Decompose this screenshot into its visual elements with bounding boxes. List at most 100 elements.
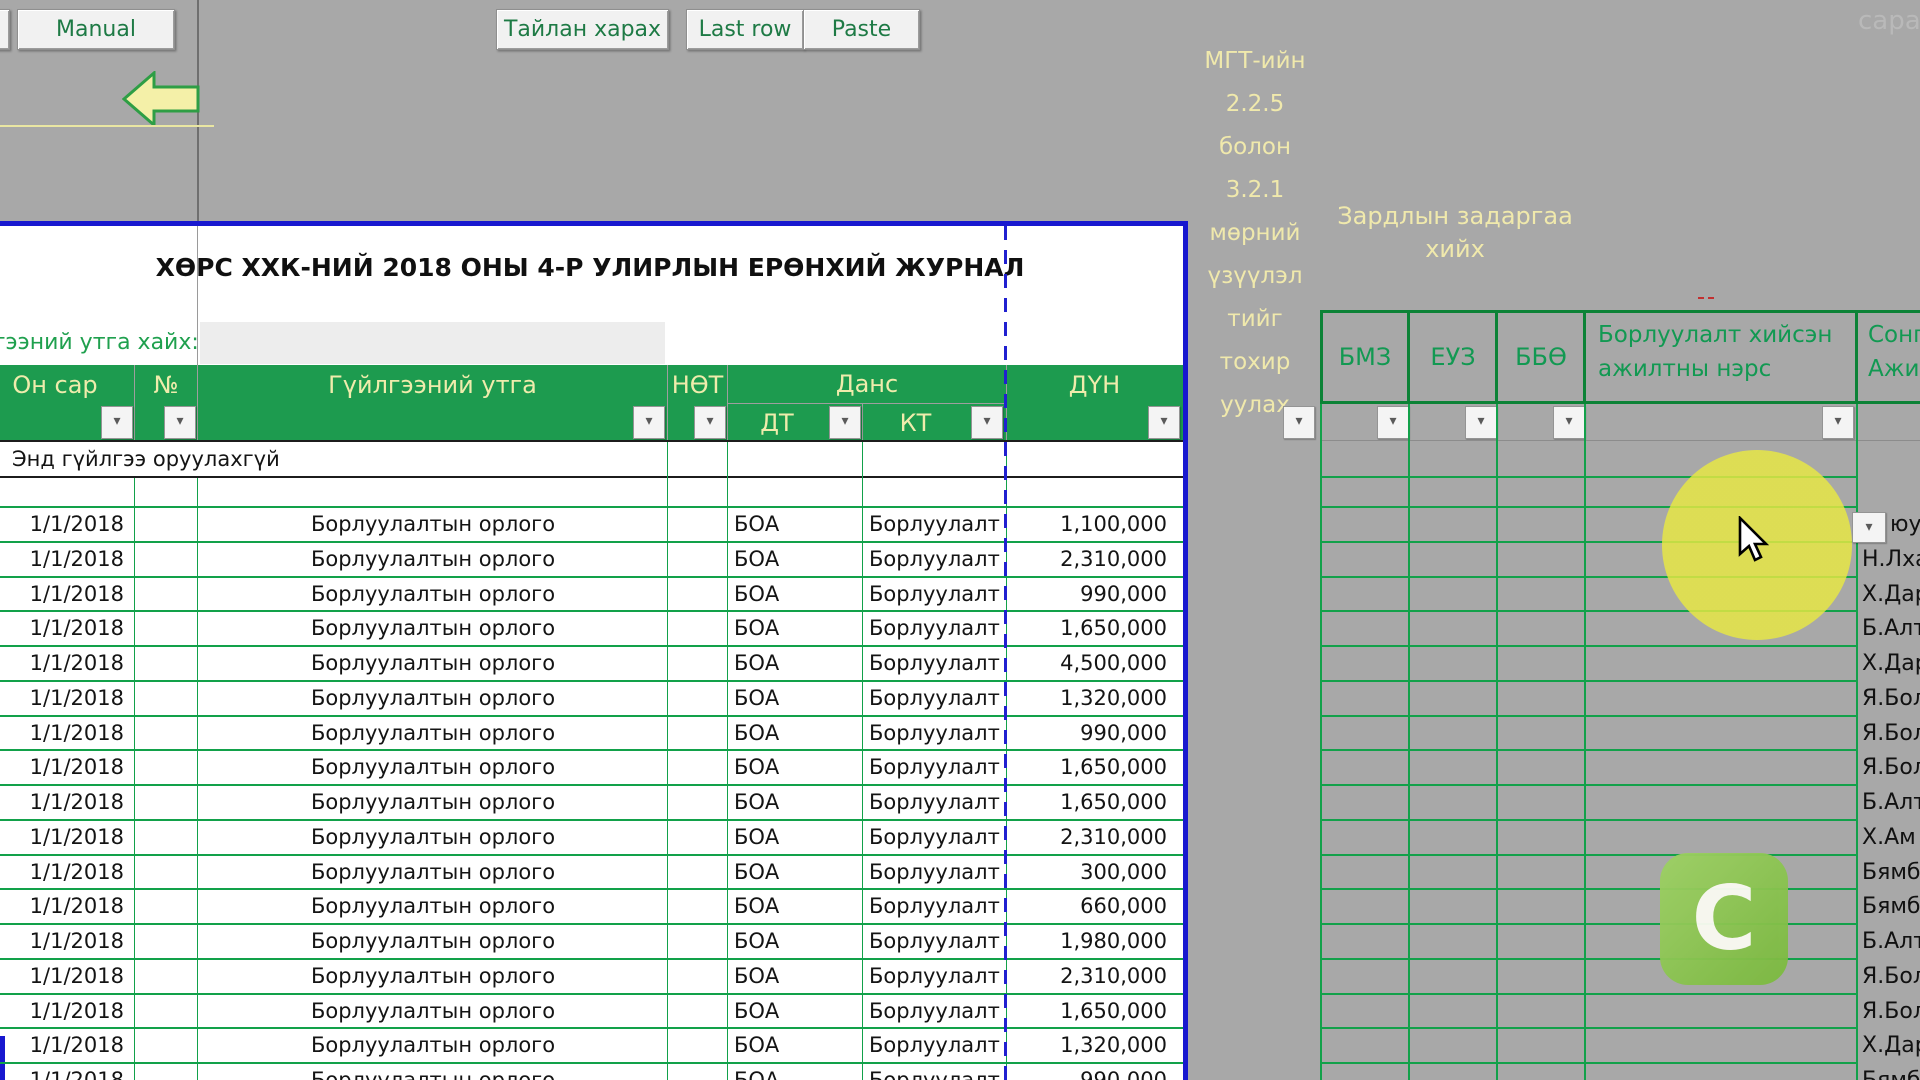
col-header-description[interactable]: Гүйлгээний утга: [197, 365, 668, 405]
col-header-account[interactable]: Данс: [727, 365, 1007, 403]
cell-credit[interactable]: Борлуулалт: [869, 542, 1004, 577]
cell-amount[interactable]: 4,500,000: [1007, 646, 1167, 681]
expense-col-header-1[interactable]: БМЗ: [1322, 312, 1408, 402]
employee-name-cell[interactable]: Бямб: [1862, 889, 1920, 924]
cell-description[interactable]: Борлуулалтын орлого: [198, 681, 668, 716]
filter-button-debit[interactable]: ▾: [829, 406, 861, 439]
expense-col-header-2[interactable]: ЕУЗ: [1410, 312, 1496, 402]
cell-amount[interactable]: 990,000: [1007, 1063, 1167, 1080]
cell-amount[interactable]: 990,000: [1007, 577, 1167, 612]
col-header-credit[interactable]: КТ: [862, 404, 969, 441]
employee-name-cell[interactable]: Х.Дар: [1862, 1028, 1920, 1063]
cell-date[interactable]: 1/1/2018: [0, 646, 124, 681]
employee-name-cell[interactable]: Б.Алт: [1862, 611, 1920, 646]
cell-debit[interactable]: БОА: [734, 646, 854, 681]
filter-button-date[interactable]: ▾: [101, 406, 133, 439]
cell-description[interactable]: Борлуулалтын орлого: [198, 611, 668, 646]
cell-amount[interactable]: 660,000: [1007, 889, 1167, 924]
cell-debit[interactable]: БОА: [734, 611, 854, 646]
cell-amount[interactable]: 1,650,000: [1007, 611, 1167, 646]
search-input[interactable]: [200, 322, 665, 364]
cell-credit[interactable]: Борлуулалт: [869, 959, 1004, 994]
cell-date[interactable]: 1/1/2018: [0, 611, 124, 646]
cell-date[interactable]: 1/1/2018: [0, 681, 124, 716]
cell-amount[interactable]: 1,650,000: [1007, 785, 1167, 820]
col-header-no[interactable]: №: [134, 365, 198, 405]
filter-button-euz[interactable]: ▾: [1465, 406, 1497, 439]
employee-name-cell[interactable]: Бямб: [1862, 855, 1920, 890]
cell-description[interactable]: Борлуулалтын орлого: [198, 994, 668, 1029]
employee-name-cell[interactable]: Я.Бол: [1862, 681, 1920, 716]
cell-date[interactable]: 1/1/2018: [0, 542, 124, 577]
cell-debit[interactable]: БОА: [734, 507, 854, 542]
cell-debit[interactable]: БОА: [734, 750, 854, 785]
cell-date[interactable]: 1/1/2018: [0, 1028, 124, 1063]
cell-debit[interactable]: БОА: [734, 716, 854, 751]
report-view-button[interactable]: Тайлан харах: [496, 9, 669, 50]
cell-debit[interactable]: БОА: [734, 994, 854, 1029]
cell-credit[interactable]: Борлуулалт: [869, 1028, 1004, 1063]
cell-debit[interactable]: БОА: [734, 855, 854, 890]
name-cell-dropdown[interactable]: ▾: [1852, 512, 1886, 543]
employee-name-cell[interactable]: Я.Бол: [1862, 716, 1920, 751]
cell-debit[interactable]: БОА: [734, 889, 854, 924]
cell-date[interactable]: 1/1/2018: [0, 785, 124, 820]
cell-credit[interactable]: Борлуулалт: [869, 924, 1004, 959]
employee-name-cell[interactable]: Б.Алт: [1862, 785, 1920, 820]
cell-amount[interactable]: 1,320,000: [1007, 1028, 1167, 1063]
cell-debit[interactable]: БОА: [734, 681, 854, 716]
employee-name-cell[interactable]: Х.Ам: [1862, 820, 1916, 855]
cell-debit[interactable]: БОА: [734, 959, 854, 994]
cell-credit[interactable]: Борлуулалт: [869, 681, 1004, 716]
employee-name-cell[interactable]: Н.Лха: [1862, 542, 1920, 577]
cell-description[interactable]: Борлуулалтын орлого: [198, 716, 668, 751]
cell-date[interactable]: 1/1/2018: [0, 959, 124, 994]
cell-description[interactable]: Борлуулалтын орлого: [198, 750, 668, 785]
cell-description[interactable]: Борлуулалтын орлого: [198, 889, 668, 924]
cell-credit[interactable]: Борлуулалт: [869, 507, 1004, 542]
cell-credit[interactable]: Борлуулалт: [869, 611, 1004, 646]
employee-name-cell[interactable]: Х.Дар: [1862, 646, 1920, 681]
cut-button-sliver[interactable]: [0, 9, 10, 50]
employee-name-cell[interactable]: Я.Бол: [1862, 750, 1920, 785]
col-header-vat[interactable]: НӨТ: [667, 365, 728, 405]
cell-amount[interactable]: 2,310,000: [1007, 959, 1167, 994]
manual-button[interactable]: Manual: [17, 9, 175, 50]
filter-button-vat[interactable]: ▾: [694, 406, 726, 439]
cell-debit[interactable]: БОА: [734, 1028, 854, 1063]
cell-description[interactable]: Борлуулалтын орлого: [198, 1063, 668, 1080]
cell-date[interactable]: 1/1/2018: [0, 577, 124, 612]
filter-button-credit[interactable]: ▾: [971, 406, 1003, 439]
cell-date[interactable]: 1/1/2018: [0, 1063, 124, 1080]
cell-description[interactable]: Борлуулалтын орлого: [198, 1028, 668, 1063]
cell-amount[interactable]: 1,320,000: [1007, 681, 1167, 716]
cell-credit[interactable]: Борлуулалт: [869, 577, 1004, 612]
col-header-date[interactable]: Он сар: [0, 365, 110, 405]
cell-date[interactable]: 1/1/2018: [0, 855, 124, 890]
cell-date[interactable]: 1/1/2018: [0, 994, 124, 1029]
employee-name-cell[interactable]: Я.Бол: [1862, 994, 1920, 1029]
cell-date[interactable]: 1/1/2018: [0, 716, 124, 751]
employee-name-cell[interactable]: Я.Бол: [1862, 959, 1920, 994]
cell-debit[interactable]: БОА: [734, 577, 854, 612]
name-cell-first[interactable]: юун: [1890, 507, 1920, 542]
cell-description[interactable]: Борлуулалтын орлого: [198, 924, 668, 959]
paste-button[interactable]: Paste: [803, 9, 920, 50]
cell-credit[interactable]: Борлуулалт: [869, 1063, 1004, 1080]
last-row-button[interactable]: Last row: [686, 9, 804, 50]
cell-amount[interactable]: 1,980,000: [1007, 924, 1167, 959]
cell-debit[interactable]: БОА: [734, 785, 854, 820]
cell-description[interactable]: Борлуулалтын орлого: [198, 785, 668, 820]
cell-debit[interactable]: БОА: [734, 542, 854, 577]
employee-name-cell[interactable]: Х.Дар: [1862, 577, 1920, 612]
expense-col-header-3[interactable]: ББӨ: [1498, 312, 1584, 402]
filter-button-no[interactable]: ▾: [164, 406, 196, 439]
cell-amount[interactable]: 300,000: [1007, 855, 1167, 890]
cell-amount[interactable]: 1,100,000: [1007, 507, 1167, 542]
filter-button-description[interactable]: ▾: [633, 406, 665, 439]
cell-debit[interactable]: БОА: [734, 820, 854, 855]
filter-button-bmz[interactable]: ▾: [1377, 406, 1409, 439]
cell-description[interactable]: Борлуулалтын орлого: [198, 577, 668, 612]
filter-button-names[interactable]: ▾: [1822, 406, 1854, 439]
cell-credit[interactable]: Борлуулалт: [869, 820, 1004, 855]
